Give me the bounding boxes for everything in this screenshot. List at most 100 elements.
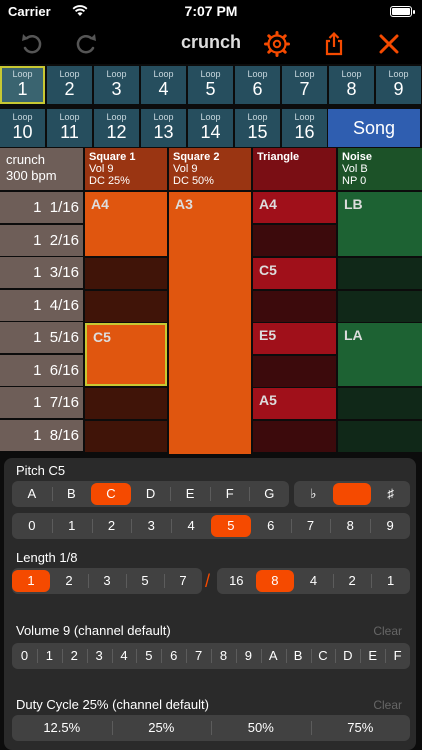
loop-button-1[interactable]: Loop 1: [0, 66, 45, 104]
loop-button-3[interactable]: Loop 3: [94, 66, 139, 104]
note-cell[interactable]: A5: [253, 388, 336, 419]
pitch-note-option[interactable]: C: [91, 483, 131, 505]
length-divisor-option[interactable]: 16: [217, 568, 256, 594]
octave-option[interactable]: 6: [251, 513, 291, 539]
row-label[interactable]: 1 1/16: [0, 192, 83, 223]
note-cell[interactable]: [253, 356, 336, 387]
channel-header-square2[interactable]: Square 2 Vol 9 DC 50%: [169, 148, 251, 190]
length-divisor-option[interactable]: 8: [255, 570, 295, 592]
volume-option[interactable]: 7: [186, 643, 211, 669]
pitch-note-option[interactable]: F: [209, 481, 250, 507]
octave-option[interactable]: 5: [210, 515, 251, 537]
row-label[interactable]: 1 8/16: [0, 419, 83, 451]
pitch-note-option[interactable]: E: [170, 481, 210, 507]
volume-option[interactable]: 3: [86, 643, 112, 669]
note-cell[interactable]: A3: [169, 192, 251, 454]
duty-cycle-option[interactable]: 75%: [310, 715, 411, 741]
volume-option[interactable]: A: [260, 643, 286, 669]
row-label[interactable]: 1 6/16: [0, 354, 83, 386]
length-multiplier-option[interactable]: 7: [164, 568, 202, 594]
redo-button[interactable]: [70, 28, 102, 60]
close-button[interactable]: [373, 28, 405, 60]
octave-option[interactable]: 2: [91, 513, 132, 539]
octave-option[interactable]: 3: [131, 513, 171, 539]
accidental-option[interactable]: [332, 483, 372, 505]
note-cell[interactable]: [85, 258, 167, 289]
loop-button-12[interactable]: Loop 12: [94, 109, 139, 147]
note-cell[interactable]: [253, 225, 336, 256]
length-multiplier-option[interactable]: 3: [88, 568, 126, 594]
volume-option[interactable]: E: [360, 643, 385, 669]
length-divisor-option[interactable]: 2: [332, 568, 372, 594]
volume-option[interactable]: D: [335, 643, 360, 669]
note-cell[interactable]: E5: [253, 323, 336, 354]
note-cell[interactable]: A4: [253, 192, 336, 223]
length-divisor-option[interactable]: 1: [371, 568, 410, 594]
note-cell[interactable]: A4: [85, 192, 167, 256]
volume-clear-button[interactable]: Clear: [373, 624, 402, 638]
loop-button-5[interactable]: Loop 5: [188, 66, 233, 104]
length-multiplier-option[interactable]: 2: [50, 568, 88, 594]
volume-option[interactable]: 2: [61, 643, 87, 669]
note-cell[interactable]: [253, 421, 336, 452]
accidental-option[interactable]: ♯: [371, 481, 410, 507]
duty-cycle-option[interactable]: 25%: [111, 715, 212, 741]
volume-option[interactable]: 1: [36, 643, 62, 669]
loop-button-9[interactable]: Loop 9: [376, 66, 421, 104]
row-label[interactable]: 1 3/16: [0, 257, 83, 288]
note-cell[interactable]: [85, 388, 167, 419]
note-cell[interactable]: [338, 421, 422, 452]
note-cell[interactable]: [85, 291, 167, 322]
row-label[interactable]: 1 7/16: [0, 387, 83, 418]
volume-option[interactable]: 9: [235, 643, 261, 669]
volume-option[interactable]: 8: [211, 643, 236, 669]
octave-option[interactable]: 8: [330, 513, 370, 539]
accidental-option[interactable]: ♭: [294, 481, 333, 507]
volume-option[interactable]: B: [285, 643, 311, 669]
share-button[interactable]: [318, 28, 350, 60]
volume-option[interactable]: 6: [161, 643, 186, 669]
channel-header-triangle[interactable]: Triangle: [253, 148, 336, 190]
row-label[interactable]: 1 2/16: [0, 224, 83, 256]
note-cell[interactable]: [338, 291, 422, 322]
duty-cycle-option[interactable]: 50%: [211, 715, 311, 741]
note-cell[interactable]: C5: [253, 258, 336, 289]
loop-button-7[interactable]: Loop 7: [282, 66, 327, 104]
volume-option[interactable]: F: [385, 643, 410, 669]
row-label[interactable]: 1 5/16: [0, 322, 83, 353]
pitch-note-option[interactable]: A: [12, 481, 52, 507]
octave-option[interactable]: 1: [51, 513, 92, 539]
octave-option[interactable]: 9: [370, 513, 410, 539]
pitch-note-option[interactable]: G: [249, 481, 289, 507]
loop-button-11[interactable]: Loop 11: [47, 109, 92, 147]
length-multiplier-option[interactable]: 1: [12, 570, 50, 592]
note-cell[interactable]: [85, 421, 167, 452]
volume-option[interactable]: 0: [12, 643, 37, 669]
loop-button-2[interactable]: Loop 2: [47, 66, 92, 104]
loop-button-4[interactable]: Loop 4: [141, 66, 186, 104]
octave-option[interactable]: 4: [171, 513, 211, 539]
pitch-note-option[interactable]: D: [131, 481, 171, 507]
loop-button-15[interactable]: Loop 15: [235, 109, 280, 147]
note-cell[interactable]: LB: [338, 192, 422, 256]
duty-clear-button[interactable]: Clear: [373, 698, 402, 712]
note-cell[interactable]: C5: [85, 323, 167, 386]
settings-button[interactable]: [261, 28, 293, 60]
length-multiplier-option[interactable]: 5: [126, 568, 164, 594]
note-cell[interactable]: LA: [338, 323, 422, 386]
song-button[interactable]: Song: [328, 109, 420, 147]
octave-option[interactable]: 7: [290, 513, 331, 539]
note-cell[interactable]: [338, 258, 422, 289]
loop-button-10[interactable]: Loop 10: [0, 109, 45, 147]
note-cell[interactable]: [338, 388, 422, 419]
duty-cycle-option[interactable]: 12.5%: [12, 715, 112, 741]
loop-button-14[interactable]: Loop 14: [188, 109, 233, 147]
volume-option[interactable]: C: [310, 643, 336, 669]
channel-header-noise[interactable]: Noise Vol B NP 0: [338, 148, 422, 190]
loop-button-8[interactable]: Loop 8: [329, 66, 374, 104]
undo-button[interactable]: [16, 28, 48, 60]
volume-option[interactable]: 4: [111, 643, 137, 669]
note-cell[interactable]: [253, 291, 336, 322]
length-divisor-option[interactable]: 4: [294, 568, 333, 594]
volume-option[interactable]: 5: [136, 643, 161, 669]
